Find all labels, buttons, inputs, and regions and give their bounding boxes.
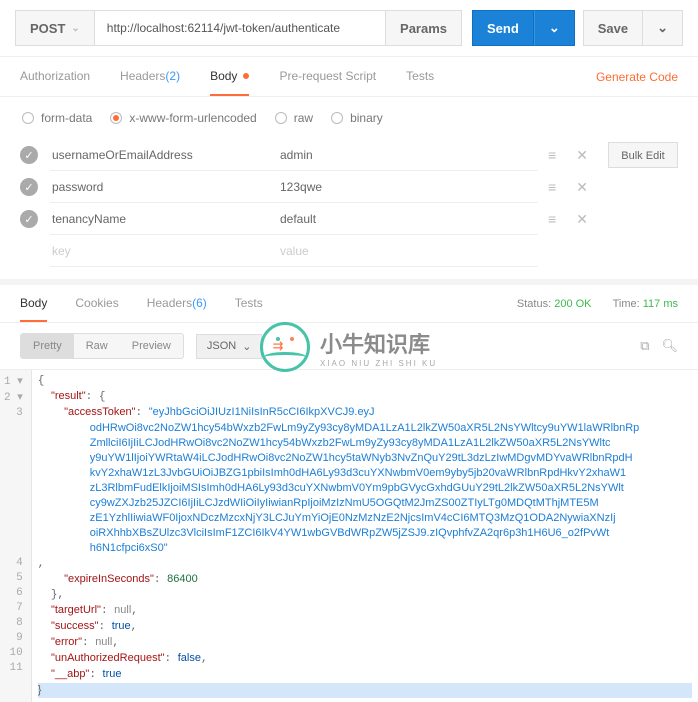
radio-binary[interactable]: binary	[331, 111, 383, 125]
row-checkbox[interactable]: ✓	[20, 146, 38, 164]
line-gutter: 1 ▾2 ▾34567891011	[0, 370, 32, 702]
kv-row: ✓ tenancyName default ≡ ✕	[20, 203, 678, 235]
chevron-down-icon: ⌄	[242, 340, 251, 353]
delete-row-icon[interactable]: ✕	[576, 179, 588, 196]
radio-icon	[110, 112, 122, 124]
save-dropdown[interactable]: ⌄	[643, 10, 683, 46]
chevron-down-icon: ⌄	[657, 20, 668, 36]
radio-raw[interactable]: raw	[275, 111, 313, 125]
send-dropdown[interactable]: ⌄	[534, 10, 575, 46]
code-content[interactable]: { "result": { "accessToken": "eyJhbGciOi…	[32, 370, 698, 702]
response-tab-headers[interactable]: Headers (6)	[147, 285, 207, 322]
tab-authorization[interactable]: Authorization	[20, 57, 90, 96]
url-input[interactable]	[95, 10, 386, 46]
http-method-select[interactable]: POST ⌄	[15, 10, 95, 46]
modified-dot-icon	[243, 73, 249, 79]
save-button[interactable]: Save	[583, 10, 643, 46]
kv-value-input[interactable]: value	[280, 235, 538, 267]
chevron-down-icon: ⌄	[71, 23, 79, 34]
tab-prerequest[interactable]: Pre-request Script	[279, 57, 376, 96]
chevron-down-icon: ⌄	[549, 20, 560, 36]
kv-key-input[interactable]: usernameOrEmailAddress	[50, 139, 280, 171]
kv-value-input[interactable]: 123qwe	[280, 171, 538, 203]
view-mode-group: Pretty Raw Preview	[20, 333, 184, 359]
kv-value-input[interactable]: admin	[280, 139, 538, 171]
delete-row-icon[interactable]: ✕	[576, 147, 588, 164]
copy-icon[interactable]: ⧉	[640, 338, 649, 354]
tab-tests[interactable]: Tests	[406, 57, 434, 96]
response-body[interactable]: 1 ▾2 ▾34567891011 { "result": { "accessT…	[0, 370, 698, 702]
kv-key-input[interactable]: password	[50, 171, 280, 203]
radio-form-data[interactable]: form-data	[22, 111, 92, 125]
view-preview[interactable]: Preview	[120, 334, 183, 358]
http-method-value: POST	[30, 21, 65, 36]
row-checkbox[interactable]: ✓	[20, 210, 38, 228]
radio-urlencoded[interactable]: x-www-form-urlencoded	[110, 111, 256, 125]
delete-row-icon[interactable]: ✕	[576, 211, 588, 228]
kv-row-empty: key value	[20, 235, 678, 267]
kv-key-input[interactable]: tenancyName	[50, 203, 280, 235]
row-checkbox[interactable]: ✓	[20, 178, 38, 196]
kv-row: ✓ usernameOrEmailAddress admin ≡ ✕ Bulk E…	[20, 139, 678, 171]
view-raw[interactable]: Raw	[74, 334, 120, 358]
radio-icon	[331, 112, 343, 124]
drag-handle-icon[interactable]: ≡	[548, 147, 556, 164]
search-icon[interactable]: 🔍︎	[661, 338, 678, 354]
wrap-lines-icon[interactable]: ⇉	[272, 338, 283, 354]
kv-key-input[interactable]: key	[50, 235, 280, 267]
response-tab-body[interactable]: Body	[20, 285, 47, 322]
radio-icon	[22, 112, 34, 124]
format-select[interactable]: JSON⌄	[196, 334, 263, 359]
params-button[interactable]: Params	[386, 10, 462, 46]
view-pretty[interactable]: Pretty	[21, 334, 74, 358]
kv-value-input[interactable]: default	[280, 203, 538, 235]
radio-icon	[275, 112, 287, 124]
drag-handle-icon[interactable]: ≡	[548, 211, 556, 228]
send-button[interactable]: Send	[472, 10, 534, 46]
tab-headers[interactable]: Headers (2)	[120, 57, 180, 96]
response-status: Status: 200 OK Time: 117 ms	[517, 298, 678, 310]
response-tab-cookies[interactable]: Cookies	[75, 285, 118, 322]
generate-code-link[interactable]: Generate Code	[596, 70, 678, 84]
response-tab-tests[interactable]: Tests	[235, 285, 263, 322]
tab-body[interactable]: Body	[210, 57, 249, 96]
drag-handle-icon[interactable]: ≡	[548, 179, 556, 196]
bulk-edit-button[interactable]: Bulk Edit	[608, 142, 678, 168]
kv-row: ✓ password 123qwe ≡ ✕	[20, 171, 678, 203]
